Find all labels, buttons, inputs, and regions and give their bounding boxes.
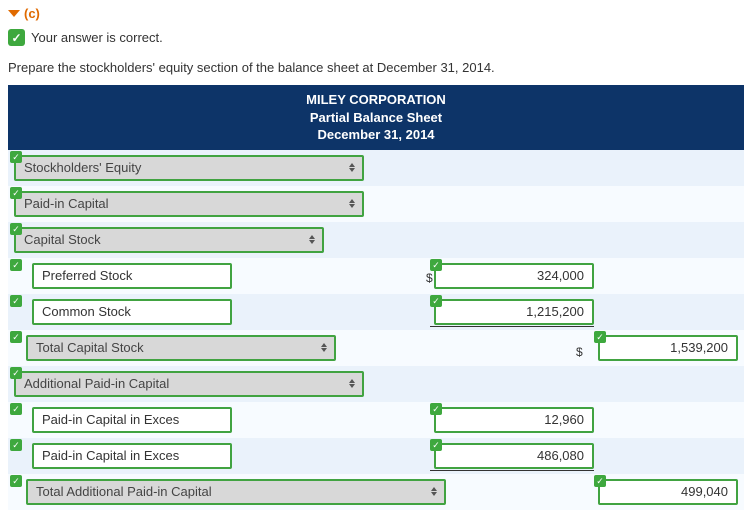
correct-tick-icon: ✓ <box>430 403 442 415</box>
select-value: Additional Paid-in Capital <box>24 376 169 391</box>
correct-tick-icon: ✓ <box>594 331 606 343</box>
instruction-text: Prepare the stockholders' equity section… <box>8 60 748 75</box>
title-line-2: Partial Balance Sheet <box>8 109 744 127</box>
correct-tick-icon: ✓ <box>10 475 22 487</box>
input-preferred-stock-amount[interactable]: 324,000 <box>434 263 594 289</box>
input-pic-excess-1-label[interactable]: Paid-in Capital in Exces <box>32 407 232 433</box>
correct-tick-icon: ✓ <box>594 475 606 487</box>
select-total-additional-pic[interactable]: Total Additional Paid-in Capital <box>26 479 446 505</box>
dollar-sign: $ <box>576 345 583 359</box>
select-capital-stock[interactable]: Capital Stock <box>14 227 324 253</box>
correct-tick-icon: ✓ <box>430 439 442 451</box>
select-value: Capital Stock <box>24 232 101 247</box>
input-value: Paid-in Capital in Exces <box>42 412 179 427</box>
select-additional-paid-in-capital[interactable]: Additional Paid-in Capital <box>14 371 364 397</box>
sheet-title: MILEY CORPORATION Partial Balance Sheet … <box>8 85 744 150</box>
select-value: Total Capital Stock <box>36 340 144 355</box>
input-value: 486,080 <box>537 448 584 463</box>
input-value: 324,000 <box>537 268 584 283</box>
select-value: Paid-in Capital <box>24 196 109 211</box>
section-label: (c) <box>24 6 40 21</box>
title-line-1: MILEY CORPORATION <box>8 91 744 109</box>
input-total-additional-pic[interactable]: 499,040 <box>598 479 738 505</box>
correct-tick-icon: ✓ <box>10 187 22 199</box>
correct-tick-icon: ✓ <box>10 223 22 235</box>
row-paid-in-capital: ✓ Paid-in Capital <box>8 186 744 222</box>
select-arrows-icon <box>348 163 356 172</box>
input-value: 12,960 <box>544 412 584 427</box>
collapse-triangle-icon <box>8 10 20 17</box>
correct-tick-icon: ✓ <box>10 367 22 379</box>
correct-tick-icon: ✓ <box>10 403 22 415</box>
input-pic-excess-1-amount[interactable]: 12,960 <box>434 407 594 433</box>
input-common-stock-amount[interactable]: 1,215,200 <box>434 299 594 325</box>
select-arrows-icon <box>320 343 328 352</box>
input-pic-excess-2-label[interactable]: Paid-in Capital in Exces <box>32 443 232 469</box>
row-common-stock: ✓ Common Stock ✓ 1,215,200 <box>8 294 744 330</box>
check-icon: ✓ <box>8 29 25 46</box>
select-stockholders-equity[interactable]: Stockholders' Equity <box>14 155 364 181</box>
balance-sheet: MILEY CORPORATION Partial Balance Sheet … <box>8 85 744 510</box>
row-stockholders-equity: ✓ Stockholders' Equity <box>8 150 744 186</box>
select-arrows-icon <box>348 199 356 208</box>
input-value: 1,215,200 <box>526 304 584 319</box>
input-value: Preferred Stock <box>42 268 132 283</box>
select-arrows-icon <box>430 487 438 496</box>
input-common-stock-label[interactable]: Common Stock <box>32 299 232 325</box>
section-header[interactable]: (c) <box>8 6 748 21</box>
row-capital-stock: ✓ Capital Stock <box>8 222 744 258</box>
row-pic-excess-1: ✓ Paid-in Capital in Exces ✓ 12,960 <box>8 402 744 438</box>
correct-tick-icon: ✓ <box>430 295 442 307</box>
correct-tick-icon: ✓ <box>430 259 442 271</box>
input-value: 1,539,200 <box>670 340 728 355</box>
row-pic-excess-2: ✓ Paid-in Capital in Exces ✓ 486,080 <box>8 438 744 474</box>
select-arrows-icon <box>348 379 356 388</box>
input-pic-excess-2-amount[interactable]: 486,080 <box>434 443 594 469</box>
correct-tick-icon: ✓ <box>10 439 22 451</box>
row-preferred-stock: ✓ Preferred Stock $ ✓ 324,000 <box>8 258 744 294</box>
select-arrows-icon <box>308 235 316 244</box>
select-total-capital-stock[interactable]: Total Capital Stock <box>26 335 336 361</box>
input-preferred-stock-label[interactable]: Preferred Stock <box>32 263 232 289</box>
input-value: 499,040 <box>681 484 728 499</box>
dollar-sign: $ <box>426 271 433 285</box>
feedback-text: Your answer is correct. <box>31 30 163 45</box>
correct-tick-icon: ✓ <box>10 259 22 271</box>
row-total-capital-stock: ✓ Total Capital Stock $ ✓ 1,539,200 <box>8 330 744 366</box>
input-value: Common Stock <box>42 304 131 319</box>
subtotal-rule <box>430 326 594 327</box>
correct-tick-icon: ✓ <box>10 331 22 343</box>
feedback-line: ✓ Your answer is correct. <box>8 29 748 46</box>
title-line-3: December 31, 2014 <box>8 126 744 144</box>
select-paid-in-capital[interactable]: Paid-in Capital <box>14 191 364 217</box>
correct-tick-icon: ✓ <box>10 295 22 307</box>
row-additional-paid-in-capital: ✓ Additional Paid-in Capital <box>8 366 744 402</box>
input-value: Paid-in Capital in Exces <box>42 448 179 463</box>
select-value: Stockholders' Equity <box>24 160 141 175</box>
row-total-additional-pic: ✓ Total Additional Paid-in Capital ✓ 499… <box>8 474 744 510</box>
input-total-capital-stock[interactable]: 1,539,200 <box>598 335 738 361</box>
subtotal-rule <box>430 470 594 471</box>
select-value: Total Additional Paid-in Capital <box>36 484 212 499</box>
correct-tick-icon: ✓ <box>10 151 22 163</box>
